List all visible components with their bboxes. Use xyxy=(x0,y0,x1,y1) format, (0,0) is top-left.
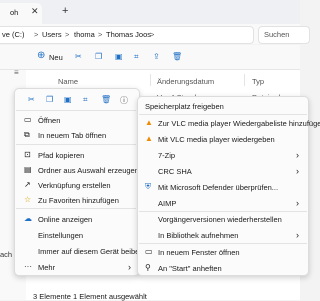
properties-icon[interactable]: ⓘ xyxy=(120,95,128,106)
submenu-item-add-library[interactable]: In Bibliothek aufnehmen xyxy=(158,231,238,240)
menu-item-always-keep[interactable]: Immer auf diesem Gerät beibe... xyxy=(38,247,146,256)
menu-item-more[interactable]: Mehr xyxy=(38,263,55,272)
delete-icon[interactable]: 🗑 xyxy=(101,95,111,104)
chevron-right-icon: › xyxy=(296,230,299,240)
menu-item-create-shortcut[interactable]: Verknüpfung erstellen xyxy=(38,181,111,190)
breadcrumb-users[interactable]: Users xyxy=(42,30,62,39)
breadcrumb-separator: > xyxy=(150,30,155,39)
submenu-item-crc-sha[interactable]: CRC SHA xyxy=(158,167,192,176)
chevron-right-icon: › xyxy=(296,150,299,160)
chevron-right-icon: › xyxy=(296,198,299,208)
share-icon[interactable]: ⇪ xyxy=(153,52,160,61)
copy-icon[interactable]: ❐ xyxy=(46,95,53,104)
vlc-icon: ▲ xyxy=(145,118,153,127)
menu-item-copy-path[interactable]: Pfad kopieren xyxy=(38,151,84,160)
tab-label: oh xyxy=(10,8,19,17)
menu-divider xyxy=(139,243,307,244)
submenu-item-free-space[interactable]: Speicherplatz freigeben xyxy=(145,102,224,111)
shield-icon: ⛨ xyxy=(145,182,151,191)
copy-icon[interactable]: ❐ xyxy=(95,52,102,61)
folder-icon: ▤ xyxy=(24,165,32,174)
menu-divider xyxy=(139,114,307,115)
new-button[interactable]: Neu xyxy=(49,53,63,62)
menu-divider xyxy=(139,211,307,212)
breadcrumb-separator: > xyxy=(98,30,103,39)
submenu-item-aimp[interactable]: AIMP xyxy=(158,199,176,208)
breadcrumb-drive[interactable]: ve (C:) xyxy=(2,30,25,39)
close-icon[interactable]: ✕ xyxy=(31,6,39,17)
cloud-icon: ☁ xyxy=(24,214,32,223)
vlc-icon: ▲ xyxy=(145,134,153,143)
submenu-item-new-window[interactable]: In neuem Fenster öffnen xyxy=(158,248,240,257)
rename-icon[interactable]: ⌗ xyxy=(134,52,139,62)
menu-item-folder-from-selection[interactable]: Ordner aus Auswahl erzeugen xyxy=(38,166,139,175)
delete-icon[interactable]: 🗑 xyxy=(172,52,182,61)
column-header-name[interactable]: Name xyxy=(58,77,78,86)
cut-icon[interactable]: ✂ xyxy=(75,52,82,61)
menu-item-add-favorites[interactable]: Zu Favoriten hinzufügen xyxy=(38,196,119,205)
star-icon: ☆ xyxy=(24,195,32,204)
copy-path-icon: ⊡ xyxy=(24,150,31,159)
pin-icon: ⚲ xyxy=(145,263,151,272)
more-icon: ··· xyxy=(24,262,32,271)
chevron-right-icon: › xyxy=(128,262,131,272)
menu-item-settings[interactable]: Einstellungen xyxy=(38,231,83,240)
column-header-date[interactable]: Änderungsdatum xyxy=(157,77,214,86)
submenu-item-7zip[interactable]: 7-Zip xyxy=(158,151,175,160)
menu-divider xyxy=(16,144,136,145)
submenu-item-vlc-playlist[interactable]: Zur VLC media player Wiedergabeliste hin… xyxy=(158,119,320,128)
rename-icon[interactable]: ⌗ xyxy=(83,95,88,105)
column-divider xyxy=(150,74,151,86)
search-placeholder: Suchen xyxy=(264,30,290,39)
submenu-item-restore-versions[interactable]: Vorgängerversionen wiederherstellen xyxy=(158,215,282,224)
column-divider xyxy=(244,74,245,86)
new-tab-icon: ⧉ xyxy=(24,130,30,139)
title-bar xyxy=(0,0,300,24)
window-icon: ▭ xyxy=(145,247,153,256)
menu-item-open-new-tab[interactable]: In neuem Tab öffnen xyxy=(38,131,106,140)
shortcut-icon: ↗ xyxy=(24,180,31,189)
chevron-right-icon: › xyxy=(296,166,299,176)
menu-item-open[interactable]: Öffnen xyxy=(38,116,60,125)
submenu-item-defender[interactable]: Mit Microsoft Defender überprüfen... xyxy=(158,183,278,192)
submenu-item-pin-start[interactable]: An "Start" anheften xyxy=(158,264,222,273)
new-tab-icon[interactable]: + xyxy=(62,5,68,17)
paste-icon[interactable]: ▣ xyxy=(115,52,123,61)
breadcrumb-thomas-joos[interactable]: Thomas Joos xyxy=(106,30,151,39)
menu-divider xyxy=(16,208,136,209)
new-icon[interactable]: ⊕ xyxy=(37,50,45,61)
column-header-type[interactable]: Typ xyxy=(252,77,264,86)
open-icon: ▭ xyxy=(24,115,32,124)
breadcrumb-separator: > xyxy=(65,30,70,39)
paste-icon[interactable]: ▣ xyxy=(64,95,72,104)
breadcrumb-thoma[interactable]: thoma xyxy=(74,30,95,39)
cut-icon[interactable]: ✂ xyxy=(28,95,35,104)
collapse-icon[interactable]: ≡ xyxy=(14,68,19,77)
breadcrumb-separator: > xyxy=(34,30,39,39)
menu-item-view-online[interactable]: Online anzeigen xyxy=(38,215,92,224)
menu-divider xyxy=(16,110,136,111)
submenu-item-vlc-play[interactable]: Mit VLC media player wiedergeben xyxy=(158,135,275,144)
